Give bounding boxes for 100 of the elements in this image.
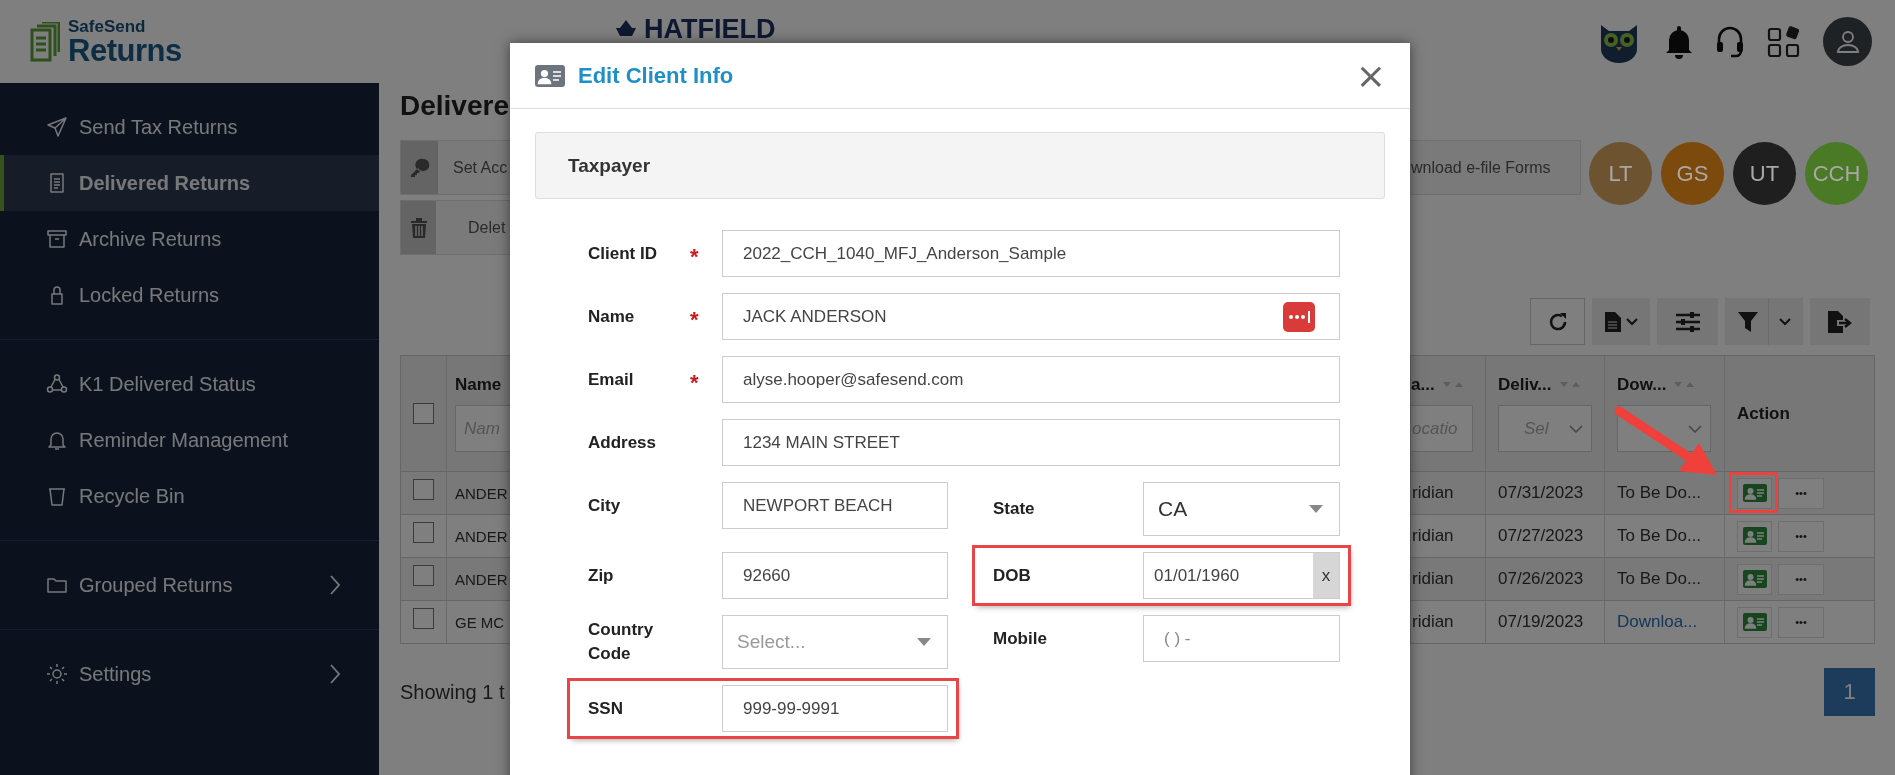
field-label: Client ID bbox=[588, 242, 658, 265]
input-field[interactable]: JACK ANDERSON bbox=[722, 293, 1340, 340]
dropdown-caret-icon bbox=[1309, 505, 1323, 513]
user-initials-badge[interactable]: CCH bbox=[1805, 142, 1868, 205]
field-label: City bbox=[588, 494, 622, 517]
autofill-icon[interactable] bbox=[1283, 301, 1315, 332]
sidebar-label: Reminder Management bbox=[79, 428, 288, 452]
input-field[interactable]: ( ) - bbox=[1143, 615, 1340, 662]
caret-icon bbox=[1625, 317, 1638, 326]
table-cell: ANDER bbox=[455, 527, 508, 545]
clear-button[interactable]: x bbox=[1313, 553, 1339, 598]
refresh-button[interactable] bbox=[1530, 298, 1585, 345]
input-field[interactable]: alyse.hooper@safesend.com bbox=[722, 356, 1340, 403]
close-button[interactable]: × bbox=[1351, 57, 1390, 94]
table-cell: 07/27/2023 bbox=[1498, 526, 1584, 546]
more-button[interactable]: ••• bbox=[1778, 606, 1824, 638]
table-cell: 07/31/2023 bbox=[1498, 483, 1584, 503]
column-header[interactable]: Dow... bbox=[1617, 375, 1667, 395]
row-checkbox[interactable] bbox=[413, 564, 434, 586]
page-button[interactable]: 1 bbox=[1824, 668, 1875, 716]
sidebar-item[interactable]: K1 Delivered Status bbox=[0, 356, 379, 412]
sort-icon[interactable] bbox=[1559, 381, 1582, 389]
report-menu-button[interactable] bbox=[1592, 298, 1650, 345]
edit-client-button[interactable] bbox=[1737, 563, 1772, 595]
field-label: Address bbox=[588, 431, 658, 454]
more-button[interactable]: ••• bbox=[1778, 520, 1824, 552]
modal-title: Edit Client Info bbox=[578, 62, 734, 89]
date-field[interactable]: 01/01/1960 x bbox=[1143, 552, 1340, 599]
input-field[interactable]: 92660 bbox=[722, 552, 948, 599]
sidebar-label: Send Tax Returns bbox=[79, 115, 238, 139]
sidebar-item[interactable]: Delivered Returns bbox=[0, 155, 379, 211]
pagination-summary: Showing 1 t bbox=[400, 680, 506, 704]
nodes-icon bbox=[45, 372, 69, 396]
chevron-down-icon bbox=[1569, 424, 1583, 433]
field-label: Zip bbox=[588, 564, 615, 587]
sidebar-item[interactable]: Settings bbox=[0, 646, 379, 702]
headset-icon[interactable] bbox=[1715, 24, 1745, 59]
paper-plane-icon bbox=[45, 115, 69, 139]
sidebar-item[interactable]: Reminder Management bbox=[0, 412, 379, 468]
row-checkbox[interactable] bbox=[413, 607, 434, 629]
table-cell: To Be Do... bbox=[1617, 483, 1702, 503]
row-checkbox[interactable] bbox=[413, 478, 434, 500]
row-checkbox[interactable] bbox=[413, 521, 434, 543]
column-header[interactable]: Action bbox=[1737, 403, 1790, 424]
column-header[interactable]: a... bbox=[1411, 375, 1435, 395]
bell-icon[interactable] bbox=[1665, 24, 1693, 59]
table-cell: GE MC bbox=[455, 613, 505, 631]
column-header[interactable]: Name bbox=[455, 375, 502, 395]
user-initials-badge[interactable]: UT bbox=[1733, 142, 1796, 205]
more-button[interactable]: ••• bbox=[1778, 563, 1824, 595]
edit-client-button[interactable] bbox=[1737, 520, 1772, 552]
required-mark: * bbox=[690, 306, 699, 332]
page-title: Delivere bbox=[400, 89, 510, 123]
table-cell: ridian bbox=[1412, 612, 1454, 632]
sort-icon[interactable] bbox=[1674, 381, 1697, 389]
chevron-down-icon bbox=[1688, 424, 1702, 433]
apps-icon[interactable] bbox=[1767, 24, 1801, 59]
product-name: Returns bbox=[68, 34, 182, 66]
sidebar-item[interactable]: Grouped Returns bbox=[0, 557, 379, 613]
archive-box-icon bbox=[45, 227, 69, 251]
id-card-icon bbox=[1742, 613, 1767, 631]
sort-icon[interactable] bbox=[1442, 381, 1465, 389]
input-field[interactable]: 1234 MAIN STREET bbox=[722, 419, 1340, 466]
sidebar-item[interactable]: Locked Returns bbox=[0, 267, 379, 323]
sidebar-label: Grouped Returns bbox=[79, 573, 233, 597]
select-field[interactable]: CA bbox=[1143, 482, 1340, 536]
sidebar-label: Delivered Returns bbox=[79, 171, 251, 195]
input-field[interactable]: 999-99-9991 bbox=[722, 685, 948, 732]
column-header[interactable]: Deliv... bbox=[1498, 375, 1552, 395]
brand-name: SafeSend bbox=[68, 17, 147, 35]
input-field[interactable]: 2022_CCH_1040_MFJ_Anderson_Sample bbox=[722, 230, 1340, 277]
sidebar-item[interactable]: Send Tax Returns bbox=[0, 99, 379, 155]
user-initials-badge[interactable]: GS bbox=[1661, 142, 1724, 205]
field-label: Country Code bbox=[588, 619, 655, 665]
more-button[interactable]: ••• bbox=[1778, 477, 1824, 509]
user-initials-badge[interactable]: LT bbox=[1589, 142, 1652, 205]
table-cell: 07/26/2023 bbox=[1498, 569, 1584, 589]
export-button[interactable] bbox=[1810, 298, 1870, 345]
key-icon bbox=[408, 156, 431, 179]
edit-client-button[interactable] bbox=[1737, 606, 1772, 638]
download-forms-button[interactable]: wnload e-file Forms bbox=[1410, 140, 1581, 195]
filter-button[interactable] bbox=[1725, 298, 1803, 345]
select-all-checkbox[interactable] bbox=[413, 403, 434, 424]
download-link[interactable]: Downloa... bbox=[1617, 612, 1698, 632]
user-menu-button[interactable] bbox=[1823, 17, 1872, 66]
trash-icon bbox=[409, 216, 428, 239]
field-label: Name bbox=[588, 305, 636, 328]
column-settings-button[interactable] bbox=[1657, 298, 1718, 345]
caret-icon bbox=[1778, 317, 1791, 326]
field-label: Email bbox=[588, 368, 635, 391]
table-cell: ridian bbox=[1412, 526, 1454, 546]
sidebar-item[interactable]: Recycle Bin bbox=[0, 468, 379, 524]
input-field[interactable]: NEWPORT BEACH bbox=[722, 482, 948, 529]
edit-client-button[interactable] bbox=[1737, 477, 1772, 509]
sidebar-item[interactable]: Archive Returns bbox=[0, 211, 379, 267]
sidebar-label: Settings bbox=[79, 662, 152, 686]
documents-logo-icon bbox=[30, 21, 60, 62]
table-cell: ridian bbox=[1412, 569, 1454, 589]
export-icon bbox=[1828, 310, 1852, 333]
select-field[interactable]: Select... bbox=[722, 615, 948, 669]
